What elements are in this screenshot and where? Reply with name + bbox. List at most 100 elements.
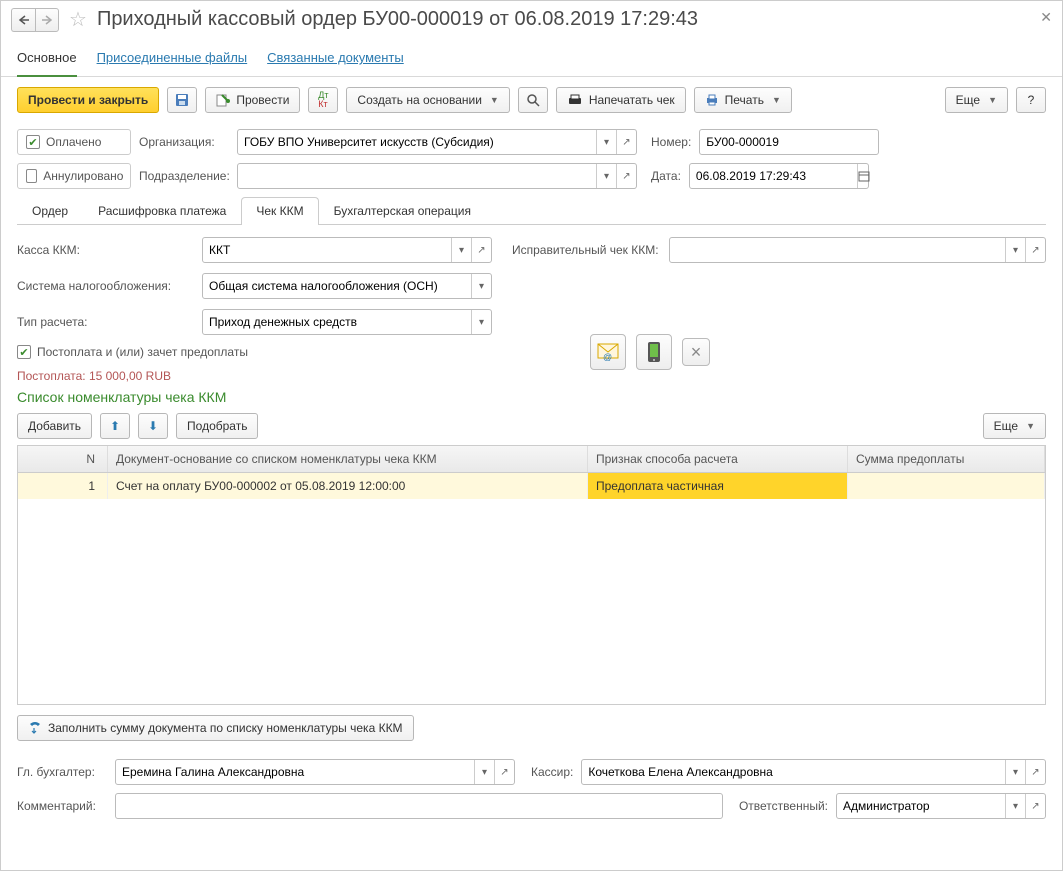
postpay-checkbox[interactable]: ✔ Постоплата и (или) зачет предоплаты — [17, 345, 248, 359]
calc-type-field[interactable]: ▾ — [202, 309, 492, 335]
tax-sys-input[interactable] — [203, 274, 471, 298]
chevron-down-icon: ▼ — [1026, 421, 1035, 431]
back-button[interactable] — [11, 8, 35, 32]
open-icon[interactable]: ↗ — [1025, 794, 1045, 818]
cancelled-checkbox[interactable]: ✔ Аннулировано — [17, 163, 131, 189]
subdiv-field[interactable]: ▾ ↗ — [237, 163, 637, 189]
dropdown-icon[interactable]: ▾ — [596, 130, 616, 154]
table-more-button[interactable]: Еще ▼ — [983, 413, 1046, 439]
cancelled-label: Аннулировано — [43, 169, 123, 183]
post-and-close-button[interactable]: Провести и закрыть — [17, 87, 159, 113]
responsible-field[interactable]: ▾ ↗ — [836, 793, 1046, 819]
col-doc[interactable]: Документ-основание со списком номенклату… — [108, 446, 588, 472]
kkm-field[interactable]: ▾ ↗ — [202, 237, 492, 263]
tab-linked-docs[interactable]: Связанные документы — [267, 44, 404, 76]
fill-icon — [28, 722, 42, 734]
post-button[interactable]: Провести — [205, 87, 300, 113]
calendar-icon[interactable] — [857, 164, 870, 188]
open-icon[interactable]: ↗ — [616, 130, 636, 154]
check-icon: ✔ — [26, 135, 40, 149]
table-toolbar: Добавить ⬆ ⬇ Подобрать Еще ▼ — [17, 413, 1046, 439]
tab-attached-files[interactable]: Присоединенные файлы — [97, 44, 248, 76]
pick-button[interactable]: Подобрать — [176, 413, 258, 439]
inner-tabs: Ордер Расшифровка платежа Чек ККМ Бухгал… — [17, 197, 1046, 225]
add-label: Добавить — [28, 419, 81, 433]
cashier-input[interactable] — [582, 760, 1005, 784]
dropdown-icon[interactable]: ▾ — [1005, 760, 1025, 784]
dtkt-button[interactable]: ДтКт — [308, 87, 338, 113]
more-button[interactable]: Еще ▼ — [945, 87, 1008, 113]
org-input[interactable] — [238, 130, 596, 154]
chief-acc-input[interactable] — [116, 760, 474, 784]
print-check-button[interactable]: Напечатать чек — [556, 87, 686, 113]
open-icon[interactable]: ↗ — [1025, 760, 1045, 784]
kkm-label: Касса ККМ: — [17, 243, 192, 257]
cell-doc: Счет на оплату БУ00-000002 от 05.08.2019… — [108, 473, 588, 499]
open-icon[interactable]: ↗ — [471, 238, 491, 262]
favorite-star-icon[interactable]: ☆ — [69, 7, 87, 32]
number-field — [699, 129, 879, 155]
dropdown-icon[interactable]: ▾ — [596, 164, 616, 188]
fill-sum-button[interactable]: Заполнить сумму документа по списку номе… — [17, 715, 414, 741]
move-down-button[interactable]: ⬇ — [138, 413, 168, 439]
calc-type-input[interactable] — [203, 310, 471, 334]
corr-check-input[interactable] — [670, 238, 1005, 262]
open-icon[interactable]: ↗ — [616, 164, 636, 188]
date-input[interactable] — [690, 164, 857, 188]
col-n[interactable]: N — [18, 446, 108, 472]
open-icon[interactable]: ↗ — [494, 760, 514, 784]
send-sms-button[interactable] — [636, 334, 672, 370]
dropdown-icon[interactable]: ▾ — [451, 238, 471, 262]
create-based-on-button[interactable]: Создать на основании ▼ — [346, 87, 509, 113]
paid-checkbox[interactable]: ✔ Оплачено — [17, 129, 131, 155]
comment-input[interactable] — [116, 794, 722, 818]
close-icon[interactable]: ✕ — [1040, 9, 1052, 26]
dropdown-icon[interactable]: ▾ — [1005, 794, 1025, 818]
chief-acc-field[interactable]: ▾ ↗ — [115, 759, 515, 785]
dropdown-icon[interactable]: ▾ — [471, 274, 491, 298]
inner-tab-decoding[interactable]: Расшифровка платежа — [83, 197, 241, 224]
save-button[interactable] — [167, 87, 197, 113]
table-row[interactable]: 1 Счет на оплату БУ00-000002 от 05.08.20… — [18, 473, 1045, 499]
corr-check-field[interactable]: ▾ ↗ — [669, 237, 1046, 263]
move-up-button[interactable]: ⬆ — [100, 413, 130, 439]
dropdown-icon[interactable]: ▾ — [471, 310, 491, 334]
send-email-button[interactable]: @ — [590, 334, 626, 370]
inner-tab-check[interactable]: Чек ККМ — [241, 197, 318, 224]
col-sum[interactable]: Сумма предоплаты — [848, 446, 1045, 472]
cell-n: 1 — [18, 473, 108, 499]
inner-tab-accounting[interactable]: Бухгалтерская операция — [319, 197, 486, 224]
cell-sum — [848, 473, 1045, 499]
cell-sign[interactable]: Предоплата частичная — [588, 473, 848, 499]
cashier-field[interactable]: ▾ ↗ — [581, 759, 1046, 785]
org-field[interactable]: ▾ ↗ — [237, 129, 637, 155]
printer-icon — [705, 93, 719, 107]
kkm-input[interactable] — [203, 238, 451, 262]
tab-main[interactable]: Основное — [17, 44, 77, 77]
col-sign[interactable]: Признак способа расчета — [588, 446, 848, 472]
search-button[interactable] — [518, 87, 548, 113]
responsible-input[interactable] — [837, 794, 1005, 818]
print-button[interactable]: Печать ▼ — [694, 87, 792, 113]
comment-field[interactable] — [115, 793, 723, 819]
number-input[interactable] — [700, 130, 878, 154]
close-icon: × — [691, 342, 702, 363]
subdiv-input[interactable] — [238, 164, 596, 188]
delete-icon-button[interactable]: × — [682, 338, 710, 366]
inner-tab-order[interactable]: Ордер — [17, 197, 83, 224]
dropdown-icon[interactable]: ▾ — [1005, 238, 1025, 262]
comment-label: Комментарий: — [17, 799, 107, 813]
chief-acc-label: Гл. бухгалтер: — [17, 765, 107, 779]
dropdown-icon[interactable]: ▾ — [474, 760, 494, 784]
date-field[interactable] — [689, 163, 869, 189]
post-icon — [216, 93, 230, 107]
open-icon[interactable]: ↗ — [1025, 238, 1045, 262]
help-icon: ? — [1028, 93, 1035, 107]
fill-label: Заполнить сумму документа по списку номе… — [48, 721, 403, 735]
forward-button[interactable] — [35, 8, 59, 32]
add-button[interactable]: Добавить — [17, 413, 92, 439]
arrow-up-icon: ⬆ — [110, 419, 120, 433]
help-button[interactable]: ? — [1016, 87, 1046, 113]
org-label: Организация: — [139, 135, 229, 149]
tax-sys-field[interactable]: ▾ — [202, 273, 492, 299]
